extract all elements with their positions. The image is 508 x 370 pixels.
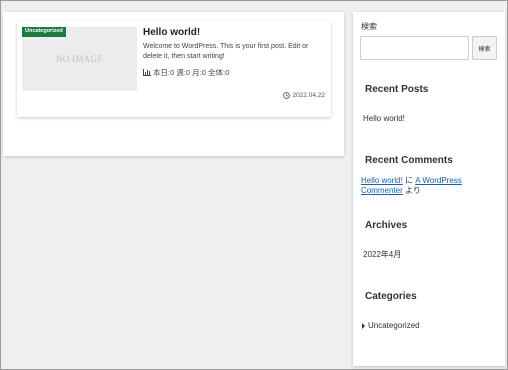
category-badge[interactable]: Uncategorized xyxy=(22,27,66,37)
post-excerpt: Welcome to WordPress. This is your first… xyxy=(143,43,309,60)
caret-right-icon xyxy=(362,322,365,329)
categories-title: Categories xyxy=(365,291,417,302)
post-title[interactable]: Hello world! xyxy=(143,27,200,38)
comment-connector: に xyxy=(402,176,416,185)
post-stats: 本日:0 週:0 月:0 全体:0 xyxy=(143,67,229,78)
sidebar: 検索 検索 Recent Posts Hello world! Recent C… xyxy=(353,12,505,366)
search-input[interactable] xyxy=(360,36,469,60)
bar-chart-icon xyxy=(143,69,151,76)
archive-link[interactable]: 2022年4月 xyxy=(363,249,401,260)
thumbnail-placeholder: NO IMAGE xyxy=(55,54,104,64)
clock-icon xyxy=(283,92,291,99)
post-date: 2022.04.22 xyxy=(283,92,325,99)
recent-comments-title: Recent Comments xyxy=(365,155,453,166)
category-item[interactable]: Uncategorized xyxy=(362,321,420,330)
recent-comment-item: Hello world! に A WordPress Commenter より xyxy=(361,176,501,196)
search-button[interactable]: 検索 xyxy=(472,36,497,60)
post-thumbnail[interactable]: NO IMAGE xyxy=(22,27,137,91)
recent-post-link[interactable]: Hello world! xyxy=(363,114,405,123)
search-label: 検索 xyxy=(361,22,377,31)
recent-posts-title: Recent Posts xyxy=(365,84,429,95)
comment-suffix: より xyxy=(402,186,421,195)
main-content: NO IMAGE Uncategorized Hello world! Welc… xyxy=(3,12,344,156)
comment-post-link[interactable]: Hello world! xyxy=(361,176,403,185)
category-link[interactable]: Uncategorized xyxy=(368,321,420,330)
post-card[interactable]: NO IMAGE Uncategorized Hello world! Welc… xyxy=(17,21,331,117)
archives-title: Archives xyxy=(365,220,408,231)
post-stats-text: 本日:0 週:0 月:0 全体:0 xyxy=(153,68,230,77)
post-date-text: 2022.04.22 xyxy=(292,92,325,99)
